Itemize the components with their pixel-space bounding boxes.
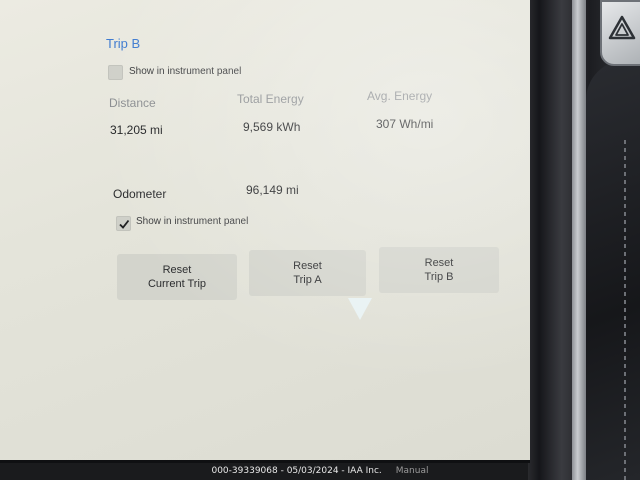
watermark-text: 000-39339068 - 05/03/2024 - IAA Inc.	[211, 466, 382, 476]
chevron-down-icon	[348, 298, 372, 320]
reset-trip-a-button[interactable]: Reset Trip A	[249, 250, 366, 296]
watermark: 000-39339068 - 05/03/2024 - IAA Inc. Manu…	[0, 463, 640, 480]
hazard-triangle-icon	[608, 15, 636, 40]
trip-b-show-checkbox[interactable]	[108, 65, 123, 80]
chrome-trim-strip	[572, 0, 586, 480]
watermark-manual: Manual	[395, 466, 429, 476]
reset-trip-b-label: Reset Trip B	[424, 257, 454, 283]
odometer-label: Odometer	[113, 187, 167, 201]
screen-glare	[0, 0, 530, 460]
checkmark-icon	[119, 219, 130, 229]
avg-energy-value: 307 Wh/mi	[376, 117, 434, 131]
total-energy-value: 9,569 kWh	[243, 120, 301, 134]
trip-b-show-label: Show in instrument panel	[129, 66, 242, 77]
reset-trip-b-button[interactable]: Reset Trip B	[379, 247, 499, 293]
trip-b-title: Trip B	[106, 36, 141, 51]
leather-panel	[586, 60, 640, 480]
total-energy-label: Total Energy	[237, 92, 304, 106]
distance-value: 31,205 mi	[110, 123, 163, 137]
distance-label: Distance	[109, 96, 156, 110]
odometer-show-label: Show in instrument panel	[136, 216, 249, 227]
leather-stitching	[624, 140, 626, 480]
reset-current-trip-label: Reset Current Trip	[147, 264, 207, 290]
reset-trip-a-label: Reset Trip A	[293, 260, 322, 286]
avg-energy-label: Avg. Energy	[367, 89, 433, 103]
odometer-show-checkbox[interactable]	[116, 216, 131, 231]
touchscreen: Trip B Show in instrument panel Distance…	[0, 0, 530, 463]
reset-current-trip-button[interactable]: Reset Current Trip	[117, 254, 237, 300]
odometer-value: 96,149 mi	[246, 183, 299, 197]
hazard-button[interactable]	[600, 0, 640, 66]
